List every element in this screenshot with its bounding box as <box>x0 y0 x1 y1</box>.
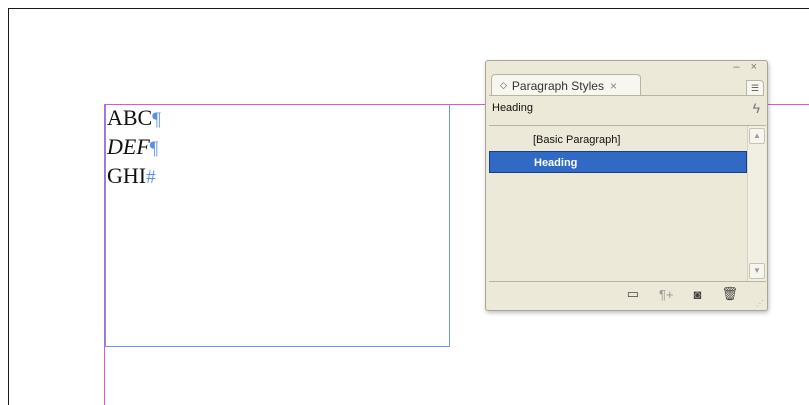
close-icon[interactable]: × <box>610 79 617 93</box>
folder-icon[interactable]: ▭ <box>627 286 639 302</box>
current-style-label: Heading <box>492 102 533 114</box>
tab-paragraph-styles[interactable]: ◇ Paragraph Styles × <box>491 74 641 96</box>
tab-diamond-icon: ◇ <box>500 80 507 90</box>
end-of-story-mark: # <box>146 167 156 188</box>
trash-icon[interactable]: 🗑 <box>721 286 738 302</box>
list-item-heading[interactable]: Heading <box>489 151 747 173</box>
list-scrollbar[interactable]: ▲ ▼ <box>747 126 766 281</box>
line-text: ABC <box>107 105 153 130</box>
text-content[interactable]: ABC¶ DEF¶ GHI# <box>107 104 161 191</box>
paragraph-styles-panel[interactable]: – × ◇ Paragraph Styles × ☰ Heading ϟ [Ba… <box>485 60 768 311</box>
clear-overrides-icon[interactable]: ¶+ <box>659 287 674 302</box>
new-style-icon[interactable]: ◙ <box>694 287 702 302</box>
pilcrow-mark: ¶ <box>149 138 159 159</box>
page-edge-top <box>8 8 809 9</box>
text-line-def[interactable]: DEF¶ <box>107 133 161 162</box>
lightning-icon[interactable]: ϟ <box>753 100 760 116</box>
pilcrow-mark: ¶ <box>152 109 161 130</box>
resize-grip-icon[interactable]: ⋰ <box>756 299 764 308</box>
styles-list[interactable]: [Basic Paragraph] Heading ▲ ▼ <box>489 125 766 282</box>
text-line-abc[interactable]: ABC¶ <box>107 104 161 133</box>
text-line-ghi[interactable]: GHI# <box>107 162 161 191</box>
list-item-basic-paragraph[interactable]: [Basic Paragraph] <box>489 129 747 151</box>
tab-divider <box>489 95 764 96</box>
scroll-down-icon[interactable]: ▼ <box>749 263 765 279</box>
tab-label: Paragraph Styles <box>511 78 604 93</box>
scroll-up-icon[interactable]: ▲ <box>749 128 765 144</box>
panel-window-controls[interactable]: – × <box>733 61 761 73</box>
panel-toolbar: ▭ ¶+ ◙ 🗑 <box>489 282 764 306</box>
panel-menu-icon[interactable]: ☰ <box>746 80 764 96</box>
line-text: GHI <box>107 163 147 188</box>
page-edge-left <box>8 8 9 405</box>
line-text: DEF <box>107 134 150 159</box>
